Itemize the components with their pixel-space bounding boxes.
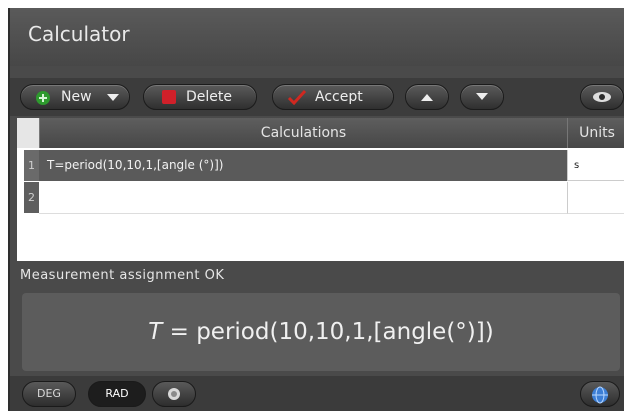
formula-preview: T = period(10,10,1,[angle(°)]) — [22, 293, 620, 371]
table-corner — [17, 118, 40, 148]
camera-button[interactable] — [152, 381, 196, 407]
delete-button[interactable]: Delete — [143, 84, 257, 110]
calculation-cell[interactable]: T=period(10,10,1,[angle (°)]) — [39, 150, 567, 181]
move-up-button[interactable] — [405, 84, 449, 110]
new-button[interactable]: New — [20, 84, 130, 110]
deg-toggle[interactable]: DEG — [22, 381, 76, 407]
accept-button[interactable]: Accept — [272, 84, 394, 110]
globe-icon — [592, 386, 608, 404]
accept-button-label: Accept — [315, 89, 363, 105]
delete-icon — [162, 90, 176, 104]
row-number[interactable]: 2 — [24, 182, 39, 213]
up-arrow-icon — [421, 94, 433, 101]
formula-rhs: = period(10,10,1,[angle(°)]) — [162, 319, 494, 345]
new-button-label: New — [61, 89, 92, 105]
eye-icon — [593, 92, 611, 102]
camera-icon — [168, 388, 180, 400]
unit-cell[interactable] — [567, 182, 624, 214]
column-header-units[interactable]: Units — [567, 118, 624, 148]
rad-toggle[interactable]: RAD — [88, 381, 146, 407]
calculator-window: Calculator New Delete Accept Calculation… — [8, 8, 624, 411]
title-bar: Calculator — [10, 8, 624, 66]
move-down-button[interactable] — [460, 84, 504, 110]
window-title: Calculator — [28, 22, 130, 46]
formula-lhs: T — [148, 319, 163, 345]
plus-icon — [36, 91, 50, 105]
chevron-down-icon — [107, 94, 119, 101]
globe-button[interactable] — [580, 381, 620, 407]
column-header-calculations[interactable]: Calculations — [39, 118, 567, 148]
delete-button-label: Delete — [186, 89, 232, 105]
status-message: Measurement assignment OK — [20, 268, 225, 283]
calculation-cell[interactable] — [39, 182, 567, 214]
unit-cell[interactable]: s — [567, 150, 624, 181]
toolbar: New Delete Accept — [10, 78, 624, 116]
bottom-bar: DEG RAD — [10, 376, 624, 411]
down-arrow-icon — [476, 93, 488, 100]
view-button[interactable] — [580, 84, 624, 110]
calculations-table: Calculations Units 1 T=period(10,10,1,[a… — [17, 118, 624, 261]
row-number[interactable]: 1 — [24, 150, 39, 181]
checkmark-icon — [287, 89, 307, 105]
